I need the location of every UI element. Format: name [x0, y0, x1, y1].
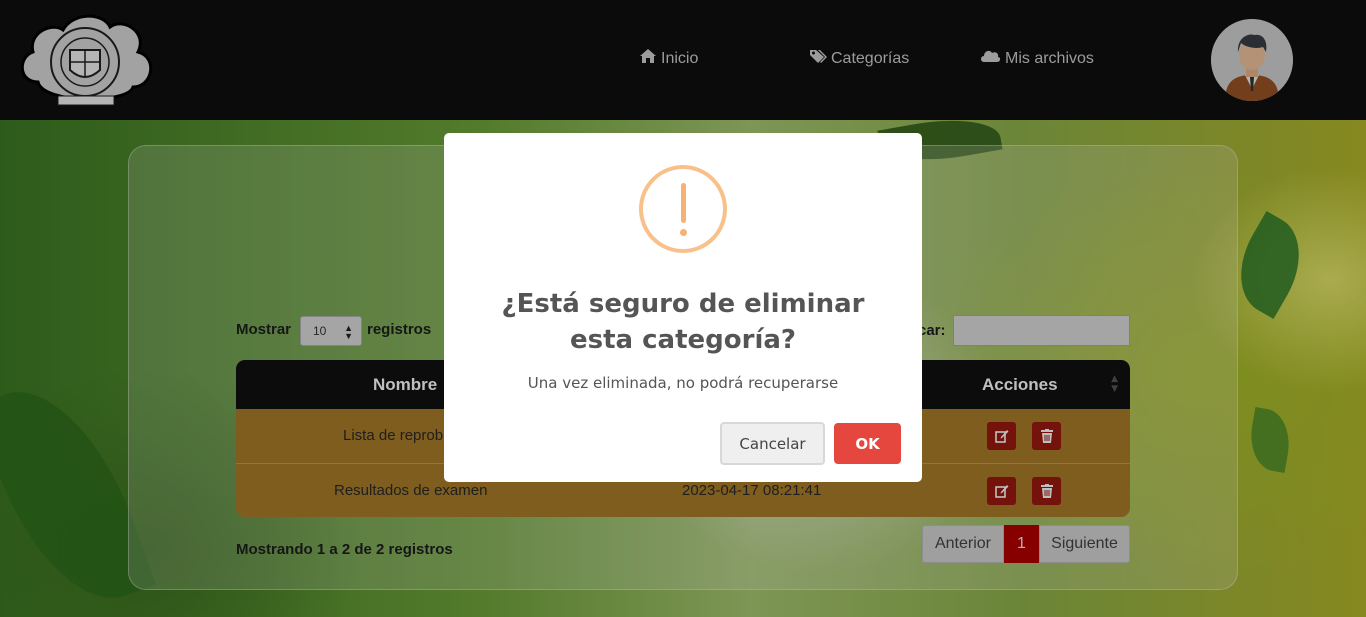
dialog-title: ¿Está seguro de eliminar esta categoría?	[501, 289, 865, 355]
ok-button[interactable]: OK	[834, 423, 901, 464]
confirm-dialog: ¿Está seguro de eliminar esta categoría?…	[444, 133, 922, 482]
dialog-text: Una vez eliminada, no podrá recuperarse	[527, 374, 839, 392]
cancel-button[interactable]: Cancelar	[720, 422, 825, 465]
warning-icon	[639, 165, 727, 253]
